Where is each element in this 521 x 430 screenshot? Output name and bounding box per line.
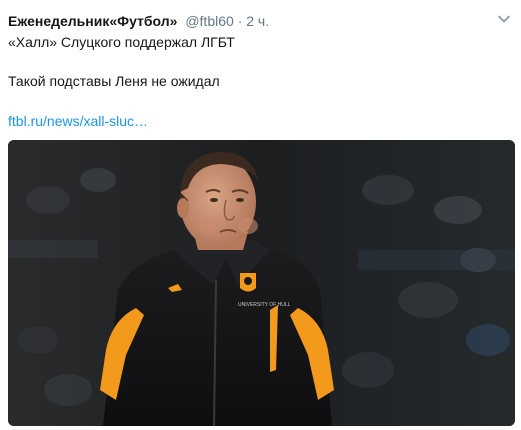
tweet-link[interactable]: ftbl.ru/news/xall-sluc… xyxy=(8,112,148,130)
tweet-timestamp[interactable]: 2 ч. xyxy=(246,13,269,29)
tweet-header: Еженедельник«Футбол» @ftbl60 · 2 ч. xyxy=(8,12,491,30)
tweet-photo[interactable]: UNIVERSITY OF HULL xyxy=(8,140,515,426)
tweet-text-line-1: «Халл» Слуцкого поддержал ЛГБТ xyxy=(8,34,235,50)
tweet-card[interactable]: Еженедельник«Футбол» @ftbl60 · 2 ч. «Хал… xyxy=(0,0,521,430)
coach-photo: UNIVERSITY OF HULL xyxy=(8,140,515,426)
author-handle[interactable]: @ftbl60 xyxy=(185,13,233,29)
chevron-down-icon[interactable] xyxy=(497,12,511,26)
author-name[interactable]: Еженедельник«Футбол» xyxy=(8,13,177,29)
separator-dot: · xyxy=(237,13,243,29)
tweet-text-line-2: Такой подставы Леня не ожидал xyxy=(8,73,220,89)
sponsor-text: UNIVERSITY OF HULL xyxy=(238,302,291,308)
club-crest xyxy=(240,273,256,292)
